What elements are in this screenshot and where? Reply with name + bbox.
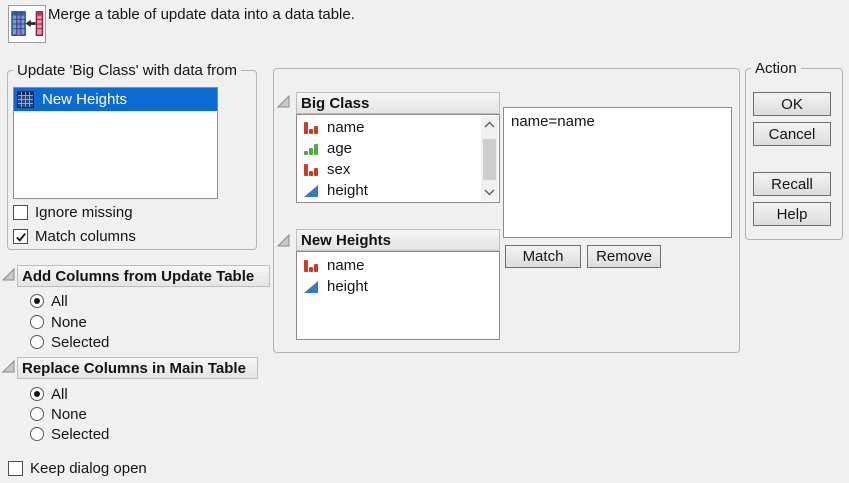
add-columns-radio-selected-label[interactable]: Selected xyxy=(51,334,109,351)
new-heights-section-header[interactable]: New Heights xyxy=(296,229,500,251)
merge-tables-icon-glyph xyxy=(10,9,44,39)
disclosure-triangle-icon[interactable] xyxy=(2,268,15,281)
ok-button[interactable]: OK xyxy=(753,92,831,116)
ignore-missing-checkbox[interactable] xyxy=(13,205,28,220)
list-item-new-heights[interactable]: New Heights xyxy=(14,88,217,111)
big-class-section-header[interactable]: Big Class xyxy=(296,92,500,114)
match-columns-label[interactable]: Match columns xyxy=(35,228,136,245)
scrollbar-thumb[interactable] xyxy=(483,139,496,180)
replace-columns-radio-none[interactable] xyxy=(30,407,44,421)
big-class-column-list[interactable]: name age sex height xyxy=(296,114,500,203)
merge-tables-icon xyxy=(8,5,46,43)
update-source-group-title: Update 'Big Class' with data from xyxy=(13,63,241,78)
data-table-icon xyxy=(17,91,34,108)
column-item-label: sex xyxy=(327,162,350,178)
column-item-label: name xyxy=(327,120,365,136)
disclosure-triangle-icon[interactable] xyxy=(277,234,290,247)
continuous-column-icon xyxy=(303,183,319,199)
column-item-age[interactable]: age xyxy=(297,138,499,159)
update-table-dialog: Merge a table of update data into a data… xyxy=(0,0,849,483)
nominal-column-icon xyxy=(303,258,319,274)
column-item-label: height xyxy=(327,183,368,199)
checkmark-icon xyxy=(15,231,27,243)
column-item-name[interactable]: name xyxy=(297,255,499,276)
add-columns-radio-all-label[interactable]: All xyxy=(51,293,68,310)
disclosure-triangle-icon[interactable] xyxy=(2,360,15,373)
column-item-label: age xyxy=(327,141,352,157)
replace-columns-radio-all[interactable] xyxy=(30,387,44,401)
column-item-label: name xyxy=(327,258,365,274)
continuous-column-icon xyxy=(303,279,319,295)
keep-dialog-open-label[interactable]: Keep dialog open xyxy=(30,460,147,477)
add-columns-radio-selected[interactable] xyxy=(30,335,44,349)
keep-dialog-open-checkbox[interactable] xyxy=(8,461,23,476)
update-table-list[interactable]: New Heights xyxy=(13,87,218,199)
add-columns-radio-none[interactable] xyxy=(30,315,44,329)
column-item-height[interactable]: height xyxy=(297,180,499,201)
big-class-list-scrollbar[interactable] xyxy=(481,116,498,201)
column-item-name[interactable]: name xyxy=(297,117,499,138)
scroll-down-icon[interactable] xyxy=(481,184,498,201)
replace-columns-radio-none-label[interactable]: None xyxy=(51,406,87,423)
new-heights-column-list[interactable]: name height xyxy=(296,251,500,340)
match-columns-checkbox[interactable] xyxy=(13,229,28,244)
disclosure-triangle-icon[interactable] xyxy=(277,95,290,108)
column-item-label: height xyxy=(327,279,368,295)
add-columns-section-header[interactable]: Add Columns from Update Table xyxy=(17,265,270,287)
match-pairs-list[interactable]: name=name xyxy=(503,107,732,238)
cancel-button[interactable]: Cancel xyxy=(753,122,831,146)
column-item-height[interactable]: height xyxy=(297,276,499,297)
action-group-title: Action xyxy=(751,61,801,76)
replace-columns-radio-all-label[interactable]: All xyxy=(51,386,68,403)
add-columns-radio-all[interactable] xyxy=(30,294,44,308)
match-button[interactable]: Match xyxy=(505,245,581,268)
column-item-sex[interactable]: sex xyxy=(297,159,499,180)
list-item-label: New Heights xyxy=(42,91,127,108)
add-columns-section-title: Add Columns from Update Table xyxy=(22,268,254,285)
match-pair-item[interactable]: name=name xyxy=(511,112,724,131)
replace-columns-section-title: Replace Columns in Main Table xyxy=(22,360,246,377)
replace-columns-radio-selected[interactable] xyxy=(30,427,44,441)
new-heights-section-title: New Heights xyxy=(301,232,391,249)
ignore-missing-label[interactable]: Ignore missing xyxy=(35,204,133,221)
recall-button[interactable]: Recall xyxy=(753,172,831,196)
dialog-description: Merge a table of update data into a data… xyxy=(48,6,355,23)
big-class-section-title: Big Class xyxy=(301,95,369,112)
nominal-column-icon xyxy=(303,162,319,178)
replace-columns-section-header[interactable]: Replace Columns in Main Table xyxy=(17,357,258,379)
help-button[interactable]: Help xyxy=(753,202,831,226)
replace-columns-radio-selected-label[interactable]: Selected xyxy=(51,426,109,443)
scroll-up-icon[interactable] xyxy=(481,116,498,133)
nominal-column-icon xyxy=(303,120,319,136)
remove-button[interactable]: Remove xyxy=(587,245,661,268)
add-columns-radio-none-label[interactable]: None xyxy=(51,314,87,331)
ordinal-column-icon xyxy=(303,141,319,157)
